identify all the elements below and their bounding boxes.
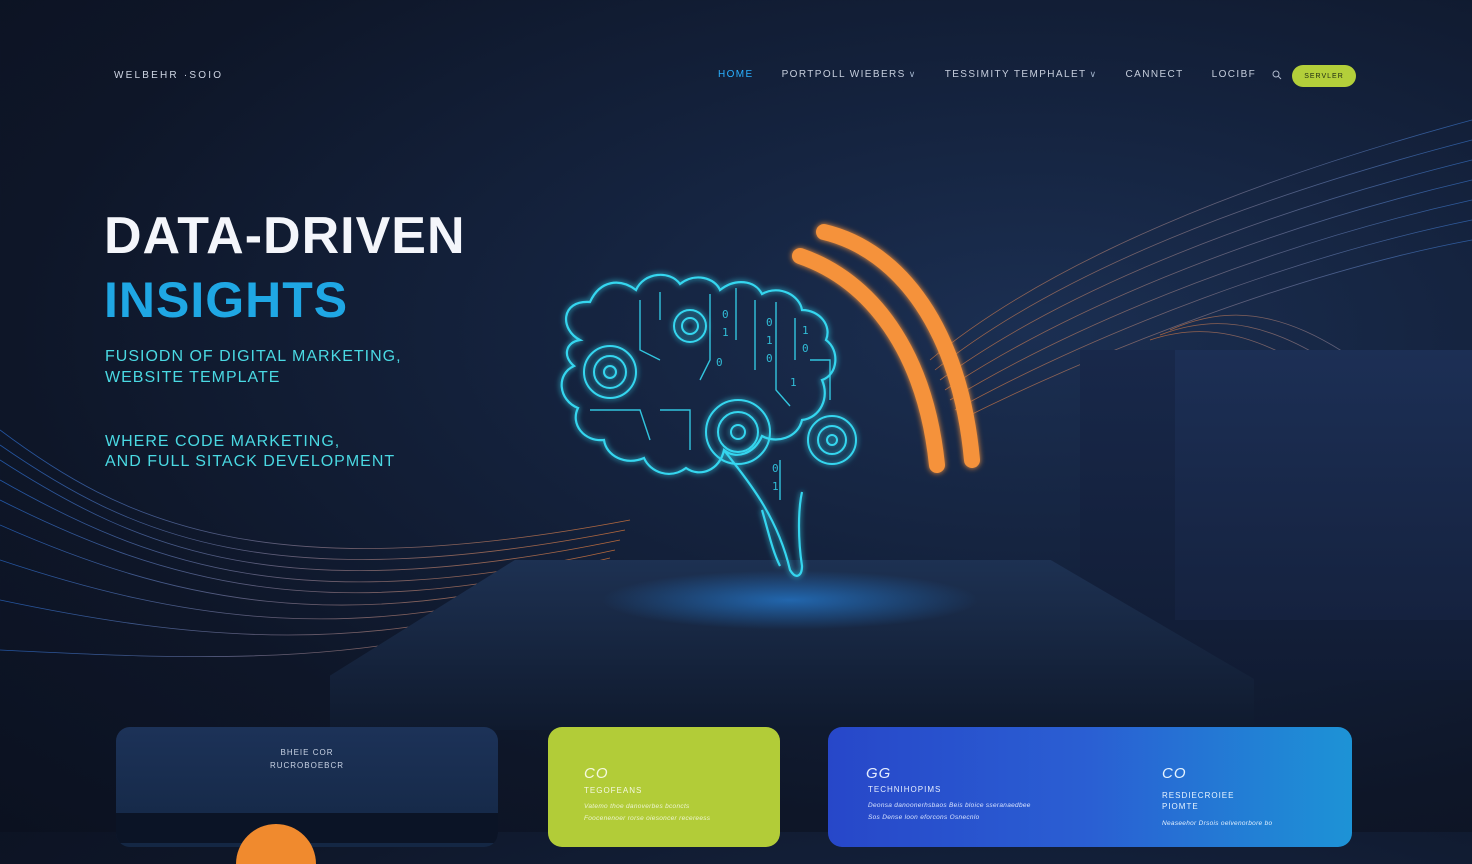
card-text: Deonsa danoonerhsbaos Beis bloice sseran… — [868, 800, 1031, 824]
circuit-brain-illustration: 0 1 0 1 0 1 0 0 1 0 1 — [560, 224, 980, 577]
card-title-line: RESDIECROIEE — [1162, 791, 1235, 800]
nav-item-login[interactable]: LOCIBF — [1212, 69, 1257, 80]
nav-item-label: CANNECT — [1125, 69, 1184, 80]
card-text-line: Vatemo thoe danoverbes bconcts — [584, 803, 690, 810]
nav-item-home[interactable]: HOME — [718, 69, 754, 80]
card-title: TEGOFEANS — [584, 786, 643, 795]
card-icon: CO — [1162, 765, 1187, 782]
hero-title-highlight: INSIGHTS — [104, 272, 349, 328]
hero-tagline-line: WHERE CODE MARKETING, — [105, 433, 341, 450]
svg-text:1: 1 — [790, 376, 797, 389]
card-text: Neaseehor Drsois oelvenorbore bo — [1162, 820, 1273, 827]
card-icon: GG — [866, 765, 892, 782]
nav-item-label: HOME — [718, 69, 754, 80]
background-pillar-face — [1175, 350, 1472, 620]
hero-tagline: WHERE CODE MARKETING, AND FULL SITACK DE… — [105, 432, 505, 472]
svg-text:0: 0 — [766, 352, 773, 365]
nav-item-portfolio[interactable]: PORTPOLL WIEBERS ∨ — [782, 69, 917, 80]
hero-tagline-line: AND FULL SITACK DEVELOPMENT — [105, 453, 396, 470]
svg-text:1: 1 — [772, 480, 779, 493]
card-title: RESDIECROIEE PIOMTE — [1162, 790, 1234, 812]
chevron-down-icon: ∨ — [908, 69, 917, 79]
search-icon[interactable] — [1272, 70, 1282, 80]
card-title-line: BHEIE COR — [280, 748, 334, 757]
card-title: BHEIE COR RUCROBOEBCR — [116, 746, 498, 772]
svg-text:0: 0 — [716, 356, 723, 369]
card-text-line: Deonsa danoonerhsbaos Beis bloice sseran… — [868, 802, 1031, 809]
hero-subtitle-line: FUSIODN OF DIGITAL MARKETING, — [105, 348, 402, 365]
hero-subtitle: FUSIODN OF DIGITAL MARKETING, WEBSITE TE… — [105, 346, 505, 388]
feature-card-3[interactable]: GG TECHNIHOPIMS Deonsa danoonerhsbaos Be… — [828, 727, 1352, 847]
nav-item-label: LOCIBF — [1211, 69, 1257, 80]
nav-item-connect[interactable]: CANNECT — [1126, 69, 1184, 80]
svg-text:1: 1 — [766, 334, 773, 347]
svg-text:1: 1 — [802, 324, 809, 337]
svg-text:0: 0 — [772, 462, 779, 475]
feature-card-1[interactable]: BHEIE COR RUCROBOEBCR — [116, 727, 498, 847]
svg-text:0: 0 — [722, 308, 729, 321]
cta-button[interactable]: SERVLER — [1292, 65, 1356, 87]
card-title-line: RUCROBOEBCR — [269, 761, 345, 770]
svg-text:0: 0 — [802, 342, 809, 355]
main-nav: HOME PORTPOLL WIEBERS ∨ TESSIMITY TEMPHAL… — [718, 69, 1284, 80]
nav-item-label: PORTPOLL WIEBERS — [781, 69, 906, 80]
chevron-down-icon: ∨ — [1089, 69, 1098, 79]
svg-text:1: 1 — [722, 326, 729, 339]
card-text: Vatemo thoe danoverbes bconcts Fooceneno… — [584, 801, 710, 825]
card-icon: CO — [584, 765, 609, 782]
hero-subtitle-line: WEBSITE TEMPLATE — [105, 369, 281, 386]
nav-item-label: TESSIMITY TEMPHALET — [944, 69, 1087, 80]
card-text-line: Foocenenoer rorse oiesoncer recereess — [584, 815, 711, 822]
svg-text:0: 0 — [766, 316, 773, 329]
nav-item-template[interactable]: TESSIMITY TEMPHALET ∨ — [945, 69, 1098, 80]
card-title: TECHNIHOPIMS — [868, 785, 942, 794]
feature-card-2[interactable]: CO TEGOFEANS Vatemo thoe danoverbes bcon… — [548, 727, 780, 847]
brand-logo[interactable]: WELBEHR ·SOIO — [114, 70, 223, 81]
card-title-line: PIOMTE — [1162, 802, 1199, 811]
hero-title: DATA-DRIVEN — [104, 207, 466, 265]
card-text-line: Sos Dense loon eforcons Osnecnlo — [868, 814, 980, 821]
